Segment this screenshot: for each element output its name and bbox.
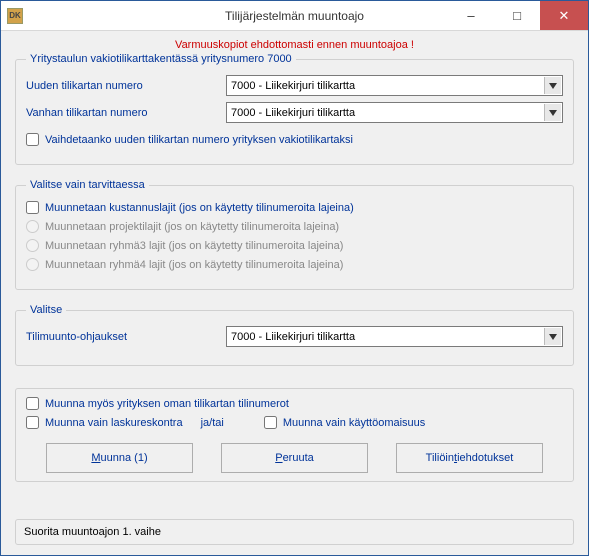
invoice-ledger-checkbox[interactable] xyxy=(26,416,39,429)
chevron-down-icon xyxy=(544,104,561,121)
group4-types-radio[interactable] xyxy=(26,258,39,271)
old-chart-value: 7000 - Liikekirjuri tilikartta xyxy=(231,107,355,119)
close-button[interactable]: ✕ xyxy=(540,1,588,30)
chevron-down-icon xyxy=(544,328,561,345)
company-chart-group: Yritystaulun vakiotilikarttakentässä yri… xyxy=(15,53,574,165)
suggestions-button[interactable]: Tiliöintiehdotukset xyxy=(396,443,543,473)
status-bar: Suorita muuntoajon 1. vaihe xyxy=(15,519,574,545)
company-chart-legend: Yritystaulun vakiotilikarttakentässä yri… xyxy=(26,53,296,65)
main-window: DK Tilijärjestelmän muuntoajo – □ ✕ Varm… xyxy=(0,0,589,556)
status-text: Suorita muuntoajon 1. vaihe xyxy=(24,526,161,538)
cost-types-row[interactable]: Muunnetaan kustannuslajit (jos on käytet… xyxy=(26,201,563,214)
new-chart-label: Uuden tilikartan numero xyxy=(26,80,226,92)
group3-types-label: Muunnetaan ryhmä3 lajit (jos on käytetty… xyxy=(45,240,343,252)
group3-types-row[interactable]: Muunnetaan ryhmä3 lajit (jos on käytetty… xyxy=(26,239,563,252)
fixed-assets-row[interactable]: Muunna vain käyttöomaisuus xyxy=(264,416,425,429)
invoice-ledger-label: Muunna vain laskureskontra xyxy=(45,417,183,429)
chevron-down-icon xyxy=(544,77,561,94)
optional-group: Valitse vain tarvittaessa Muunnetaan kus… xyxy=(15,179,574,290)
own-chart-row[interactable]: Muunna myös yrityksen oman tilikartan ti… xyxy=(26,397,563,410)
content-area: Varmuuskopiot ehdottomasti ennen muuntoa… xyxy=(1,31,588,555)
warning-text: Varmuuskopiot ehdottomasti ennen muuntoa… xyxy=(15,39,574,51)
select-group: Valitse Tilimuunto-ohjaukset 7000 - Liik… xyxy=(15,304,574,366)
swap-default-checkbox-row[interactable]: Vaihdetaanko uuden tilikartan numero yri… xyxy=(26,133,563,146)
group4-types-label: Muunnetaan ryhmä4 lajit (jos on käytetty… xyxy=(45,259,343,271)
cost-types-checkbox[interactable] xyxy=(26,201,39,214)
mapping-value: 7000 - Liikekirjuri tilikartta xyxy=(231,331,355,343)
new-chart-value: 7000 - Liikekirjuri tilikartta xyxy=(231,80,355,92)
swap-default-checkbox[interactable] xyxy=(26,133,39,146)
convert-button[interactable]: Muunna (1) xyxy=(46,443,193,473)
fixed-assets-checkbox[interactable] xyxy=(264,416,277,429)
minimize-button[interactable]: – xyxy=(448,1,494,30)
select-legend: Valitse xyxy=(26,304,66,316)
old-chart-label: Vanhan tilikartan numero xyxy=(26,107,226,119)
cancel-button[interactable]: Peruuta xyxy=(221,443,368,473)
invoice-ledger-row[interactable]: Muunna vain laskureskontra xyxy=(26,416,183,429)
cost-types-label: Muunnetaan kustannuslajit (jos on käytet… xyxy=(45,202,354,214)
project-types-radio[interactable] xyxy=(26,220,39,233)
project-types-label: Muunnetaan projektilajit (jos on käytett… xyxy=(45,221,339,233)
project-types-row[interactable]: Muunnetaan projektilajit (jos on käytett… xyxy=(26,220,563,233)
group4-types-row[interactable]: Muunnetaan ryhmä4 lajit (jos on käytetty… xyxy=(26,258,563,271)
and-or-label: ja/tai xyxy=(201,417,224,429)
own-chart-label: Muunna myös yrityksen oman tilikartan ti… xyxy=(45,398,289,410)
app-icon: DK xyxy=(7,8,23,24)
window-controls: – □ ✕ xyxy=(448,1,588,30)
optional-legend: Valitse vain tarvittaessa xyxy=(26,179,149,191)
fixed-assets-label: Muunna vain käyttöomaisuus xyxy=(283,417,425,429)
mapping-combo[interactable]: 7000 - Liikekirjuri tilikartta xyxy=(226,326,563,347)
maximize-button[interactable]: □ xyxy=(494,1,540,30)
own-chart-checkbox[interactable] xyxy=(26,397,39,410)
convert-options-block: Muunna myös yrityksen oman tilikartan ti… xyxy=(15,388,574,482)
swap-default-label: Vaihdetaanko uuden tilikartan numero yri… xyxy=(45,134,353,146)
group3-types-radio[interactable] xyxy=(26,239,39,252)
titlebar: DK Tilijärjestelmän muuntoajo – □ ✕ xyxy=(1,1,588,31)
mapping-label: Tilimuunto-ohjaukset xyxy=(26,331,226,343)
old-chart-combo[interactable]: 7000 - Liikekirjuri tilikartta xyxy=(226,102,563,123)
new-chart-combo[interactable]: 7000 - Liikekirjuri tilikartta xyxy=(226,75,563,96)
